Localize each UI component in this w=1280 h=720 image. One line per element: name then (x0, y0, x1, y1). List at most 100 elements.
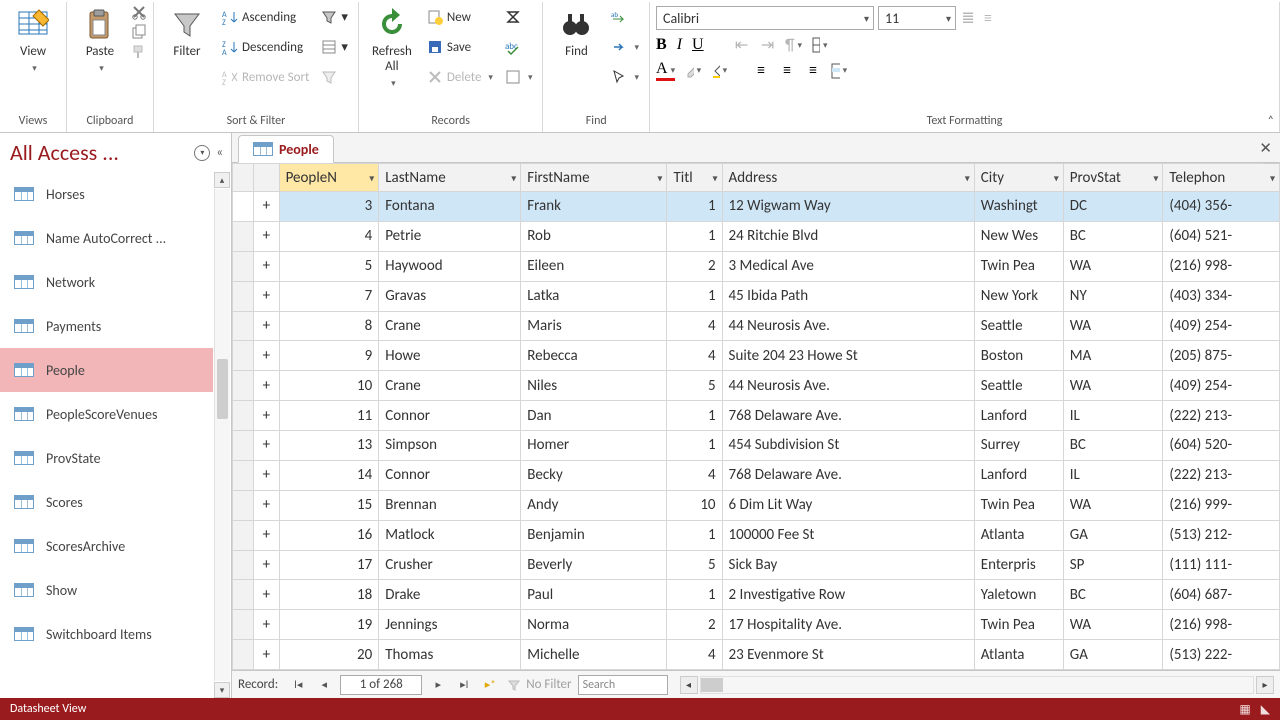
expand-row-icon[interactable]: + (254, 640, 279, 670)
cell[interactable]: Crusher (379, 550, 521, 580)
descending-button[interactable]: ZADescending (218, 34, 313, 60)
status-design-icon[interactable]: ◣ (1261, 702, 1270, 717)
column-header-telephon[interactable]: Telephon▾ (1163, 164, 1280, 192)
expand-row-icon[interactable]: + (254, 221, 279, 251)
cell[interactable]: Seattle (974, 371, 1063, 401)
cell[interactable]: (111) 111- (1163, 550, 1280, 580)
cell[interactable]: (409) 254- (1163, 371, 1280, 401)
table-row[interactable]: +14ConnorBecky4768 Delaware Ave.LanfordI… (233, 460, 1280, 490)
column-filter-icon[interactable]: ▾ (713, 171, 718, 184)
column-header-provstat[interactable]: ProvStat▾ (1063, 164, 1163, 192)
italic-button[interactable]: I (677, 36, 682, 54)
table-row[interactable]: +15BrennanAndy106 Dim Lit WayTwin PeaWA(… (233, 490, 1280, 520)
row-selector[interactable] (233, 341, 254, 371)
column-header-city[interactable]: City▾ (974, 164, 1063, 192)
cell[interactable]: WA (1063, 251, 1163, 281)
text-dir-icon[interactable]: ¶ (786, 37, 802, 53)
cell[interactable]: Homer (521, 431, 667, 461)
column-header-firstname[interactable]: FirstName▾ (521, 164, 667, 192)
delete-record-button[interactable]: Delete (423, 64, 497, 90)
cell[interactable]: 454 Subdivision St (722, 431, 974, 461)
cell[interactable]: (604) 687- (1163, 580, 1280, 610)
nav-item-scores[interactable]: Scores (0, 480, 213, 524)
cell[interactable]: 20 (279, 640, 379, 670)
cell[interactable]: Sick Bay (722, 550, 974, 580)
cell[interactable]: 44 Neurosis Ave. (722, 371, 974, 401)
new-record-nav-button[interactable]: ▸* (480, 675, 500, 695)
cell[interactable]: 10 (279, 371, 379, 401)
cell[interactable]: Twin Pea (974, 490, 1063, 520)
cell[interactable]: Maris (521, 311, 667, 341)
goto-button[interactable] (607, 34, 643, 60)
cell[interactable]: Eileen (521, 251, 667, 281)
cell[interactable]: (222) 213- (1163, 401, 1280, 431)
expand-row-icon[interactable]: + (254, 580, 279, 610)
cell[interactable]: 23 Evenmore St (722, 640, 974, 670)
cell[interactable]: 1 (667, 431, 722, 461)
highlight-icon[interactable] (685, 63, 701, 79)
cell[interactable]: (205) 875- (1163, 341, 1280, 371)
cell[interactable]: WA (1063, 490, 1163, 520)
cell[interactable]: SP (1063, 550, 1163, 580)
cell[interactable]: Yaletown (974, 580, 1063, 610)
cell[interactable]: BC (1063, 431, 1163, 461)
row-selector[interactable] (233, 460, 254, 490)
cell[interactable]: BC (1063, 580, 1163, 610)
last-record-button[interactable]: ▸I (454, 675, 474, 695)
cell[interactable]: GA (1063, 520, 1163, 550)
expand-row-icon[interactable]: + (254, 610, 279, 640)
cell[interactable]: 1 (667, 520, 722, 550)
nav-item-peoplescorevenues[interactable]: PeopleScoreVenues (0, 392, 213, 436)
cell[interactable]: (604) 520- (1163, 431, 1280, 461)
cell[interactable]: 3 Medical Ave (722, 251, 974, 281)
select-all-corner[interactable] (233, 164, 254, 192)
replace-button[interactable]: ab (607, 4, 643, 30)
cell[interactable]: 6 Dim Lit Way (722, 490, 974, 520)
cell[interactable]: 100000 Fee St (722, 520, 974, 550)
row-selector[interactable] (233, 192, 254, 222)
refresh-button[interactable]: Refresh All (365, 4, 419, 89)
row-selector[interactable] (233, 401, 254, 431)
cell[interactable]: 45 Ibida Path (722, 281, 974, 311)
cell[interactable]: 44 Neurosis Ave. (722, 311, 974, 341)
bold-button[interactable]: B (656, 36, 667, 54)
cell[interactable]: (216) 998- (1163, 251, 1280, 281)
table-row[interactable]: +16MatlockBenjamin1100000 Fee StAtlantaG… (233, 520, 1280, 550)
nav-item-switchboard-items[interactable]: Switchboard Items (0, 612, 213, 656)
cell[interactable]: MA (1063, 341, 1163, 371)
cell[interactable]: 9 (279, 341, 379, 371)
indent-inc-icon[interactable]: ⇥ (760, 37, 776, 53)
cell[interactable]: (222) 213- (1163, 460, 1280, 490)
cell[interactable]: 1 (667, 401, 722, 431)
row-selector[interactable] (233, 371, 254, 401)
cell[interactable]: 14 (279, 460, 379, 490)
cell[interactable]: Haywood (379, 251, 521, 281)
select-button[interactable] (607, 64, 643, 90)
nav-item-network[interactable]: Network (0, 260, 213, 304)
record-position[interactable]: 1 of 268 (340, 675, 422, 695)
cell[interactable]: Fontana (379, 192, 521, 222)
format-painter-icon[interactable] (131, 44, 147, 60)
hscroll-left[interactable]: ◂ (680, 676, 698, 694)
totals-button[interactable] (501, 4, 537, 30)
row-selector[interactable] (233, 311, 254, 341)
cell[interactable]: 2 (667, 251, 722, 281)
cell[interactable]: New York (974, 281, 1063, 311)
horizontal-scrollbar[interactable]: ◂ ▸ (680, 676, 1274, 694)
cell[interactable]: Boston (974, 341, 1063, 371)
cell[interactable]: GA (1063, 640, 1163, 670)
expand-row-icon[interactable]: + (254, 490, 279, 520)
cell[interactable]: WA (1063, 311, 1163, 341)
cell[interactable]: IL (1063, 460, 1163, 490)
cell[interactable]: Atlanta (974, 640, 1063, 670)
cell[interactable]: Beverly (521, 550, 667, 580)
table-row[interactable]: +10CraneNiles544 Neurosis Ave.SeattleWA(… (233, 371, 1280, 401)
expand-row-icon[interactable]: + (254, 550, 279, 580)
paste-button[interactable]: Paste (73, 4, 127, 74)
row-selector[interactable] (233, 490, 254, 520)
cell[interactable]: 4 (667, 460, 722, 490)
cell[interactable]: Andy (521, 490, 667, 520)
new-record-button[interactable]: New (423, 4, 497, 30)
row-selector[interactable] (233, 520, 254, 550)
cell[interactable]: Seattle (974, 311, 1063, 341)
